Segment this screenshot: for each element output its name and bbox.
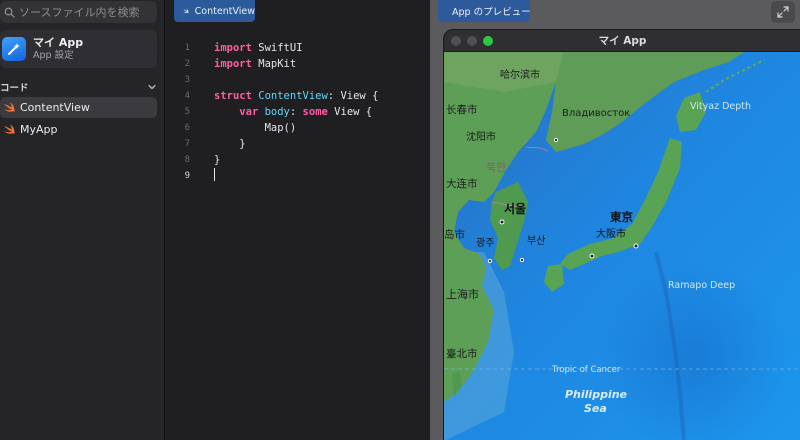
punctuation: : bbox=[327, 90, 341, 102]
swift-file-icon bbox=[4, 124, 15, 135]
app-preview-window[interactable]: マイ App 哈尔滨市 长春市 Владивосток Vityaz Depth… bbox=[443, 29, 800, 440]
map-label: 부산 bbox=[527, 236, 546, 247]
swift-file-icon bbox=[4, 102, 15, 113]
line-number: 1 bbox=[184, 43, 190, 53]
line-number: 3 bbox=[184, 75, 190, 85]
map-label: Ramapo Deep bbox=[668, 280, 736, 291]
type-ref: View bbox=[340, 90, 366, 102]
zoom-window-button[interactable] bbox=[483, 36, 493, 46]
map-label: 북한 bbox=[486, 161, 507, 174]
project-subtitle: App 設定 bbox=[33, 50, 74, 61]
line-number-gutter: 1 2 3 4 5 6 7 8 9 bbox=[166, 40, 190, 184]
app-icon bbox=[2, 37, 26, 61]
code-section-header[interactable]: コード bbox=[0, 80, 157, 94]
gwangju-dot bbox=[487, 258, 493, 264]
tab-contentview[interactable]: ContentView bbox=[174, 0, 255, 22]
search-icon bbox=[4, 7, 15, 18]
project-settings-item[interactable]: マイ App App 設定 bbox=[0, 30, 157, 68]
map-label: Tropic of Cancer bbox=[552, 365, 621, 375]
keyword: some bbox=[302, 106, 328, 118]
map-label: 长春市 bbox=[446, 104, 478, 116]
vladivostok-dot bbox=[553, 137, 559, 143]
line-number: 5 bbox=[184, 107, 190, 117]
line-number: 8 bbox=[184, 155, 190, 165]
code-line: Map() bbox=[214, 122, 297, 134]
window-title: マイ App bbox=[598, 35, 647, 47]
map-label: 大阪市 bbox=[596, 229, 626, 240]
navigator-sidebar: ソースファイル内を検索 マイ App App 設定 コード ContentVie… bbox=[0, 0, 165, 440]
tab-label: ContentView bbox=[194, 5, 255, 17]
line-number: 4 bbox=[184, 91, 190, 101]
code-text[interactable]: import SwiftUI import MapKit struct Cont… bbox=[214, 40, 424, 184]
code-line: } bbox=[214, 154, 221, 166]
map-label: Vityaz Depth bbox=[690, 101, 752, 112]
code-line: import MapKit bbox=[214, 56, 424, 72]
line-number: 7 bbox=[184, 139, 190, 149]
seoul-dot bbox=[499, 219, 505, 225]
map-label: 臺北市 bbox=[446, 348, 478, 360]
busan-dot bbox=[519, 257, 525, 263]
map-label: 서울 bbox=[504, 202, 527, 216]
code-line: var body: some View { bbox=[214, 104, 424, 120]
keyword: struct bbox=[214, 90, 252, 102]
keyword: var bbox=[239, 106, 259, 118]
map-label: Sea bbox=[584, 402, 607, 415]
map-label: 哈尔滨市 bbox=[500, 70, 540, 81]
tokyo-dot bbox=[633, 243, 639, 249]
code-line: } bbox=[214, 138, 246, 150]
map-label: 上海市 bbox=[446, 288, 479, 301]
code-line-current bbox=[214, 168, 424, 184]
sidebar-item-label: ContentView bbox=[20, 101, 90, 114]
search-placeholder: ソースファイル内を検索 bbox=[19, 6, 140, 19]
search-field[interactable]: ソースファイル内を検索 bbox=[0, 1, 157, 23]
chevron-down-icon[interactable] bbox=[147, 82, 157, 92]
code-text-fragment: MapKit bbox=[251, 58, 297, 70]
map-view[interactable]: 哈尔滨市 长春市 Владивосток Vityaz Depth 沈阳市 북한… bbox=[444, 52, 800, 440]
window-controls bbox=[451, 36, 493, 46]
expand-button[interactable] bbox=[771, 1, 795, 23]
punctuation: { bbox=[359, 106, 373, 118]
preview-tab-label: App のプレビュー bbox=[452, 7, 531, 18]
punctuation: { bbox=[365, 90, 379, 102]
project-name: マイ App bbox=[33, 36, 84, 49]
close-window-button[interactable] bbox=[451, 36, 461, 46]
map-label: 沈阳市 bbox=[466, 132, 496, 143]
section-title: コード bbox=[0, 83, 29, 94]
swift-icon bbox=[183, 8, 189, 14]
window-titlebar[interactable]: マイ App bbox=[444, 30, 800, 52]
map-label: 광주 bbox=[476, 238, 495, 249]
code-text-fragment: SwiftUI bbox=[251, 42, 303, 54]
type-ref: View bbox=[334, 106, 360, 118]
text-cursor bbox=[214, 168, 215, 181]
sidebar-item-label: MyApp bbox=[20, 123, 58, 136]
preview-tab[interactable]: App のプレビュー bbox=[438, 0, 531, 22]
map-label: Владивосток bbox=[562, 108, 631, 119]
punctuation: : bbox=[289, 106, 303, 118]
map-label: 大连市 bbox=[446, 178, 478, 190]
code-line: import SwiftUI bbox=[214, 40, 424, 56]
osaka-dot bbox=[589, 253, 595, 259]
minimize-window-button[interactable] bbox=[467, 36, 477, 46]
map-label: 岛市 bbox=[444, 229, 465, 241]
line-number: 2 bbox=[184, 59, 190, 69]
line-number-current: 9 bbox=[184, 171, 190, 181]
code-line: struct ContentView: View { bbox=[214, 88, 424, 104]
keyword: import bbox=[214, 42, 252, 54]
expand-arrows-icon bbox=[777, 6, 789, 18]
property-name: body bbox=[264, 106, 290, 118]
map-label: 東京 bbox=[610, 210, 633, 224]
sidebar-item-myapp[interactable]: MyApp bbox=[0, 119, 157, 140]
map-label: Philippine bbox=[565, 388, 628, 401]
type-name: ContentView bbox=[251, 90, 328, 102]
keyword: import bbox=[214, 58, 252, 70]
sidebar-item-contentview[interactable]: ContentView bbox=[0, 97, 157, 118]
line-number: 6 bbox=[184, 123, 190, 133]
